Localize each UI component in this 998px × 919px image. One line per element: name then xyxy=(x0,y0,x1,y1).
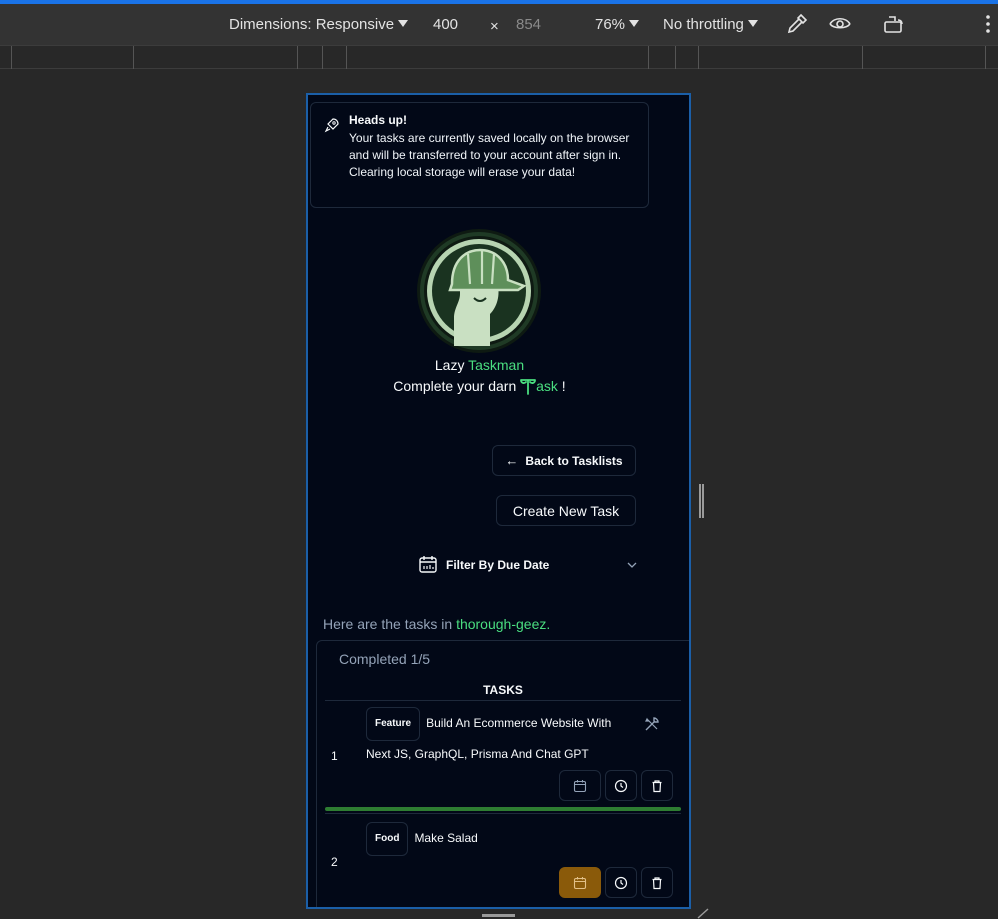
calendar-icon xyxy=(573,876,587,889)
arrow-left-icon: ← xyxy=(505,453,519,468)
task-progress-bar xyxy=(325,807,681,811)
clock-icon xyxy=(614,779,628,792)
set-due-date-button[interactable] xyxy=(559,867,601,898)
alert-title: Heads up! xyxy=(349,113,408,127)
tasks-panel: Completed 1/5 TASKS 1 Feature Build An Ec… xyxy=(316,640,689,907)
back-to-tasklists-button[interactable]: ← Back to Tasklists xyxy=(492,445,636,476)
height-input[interactable]: 854 xyxy=(516,16,541,33)
dropdown-triangle-icon xyxy=(629,20,640,27)
tee-icon xyxy=(520,379,537,395)
throttling-dropdown[interactable]: No throttling xyxy=(663,16,758,33)
tasklist-intro: Here are the tasks in thorough-geez. xyxy=(323,616,551,632)
set-reminder-button[interactable] xyxy=(605,867,637,898)
task-title: Feature Build An Ecommerce Website With N… xyxy=(366,707,636,767)
task-index: 2 xyxy=(331,855,338,869)
tasks-column-header: TASKS xyxy=(325,683,681,701)
calendar-icon xyxy=(573,779,587,792)
task-title: Food Make Salad xyxy=(366,822,636,856)
task-index: 1 xyxy=(331,749,338,763)
task-actions xyxy=(559,867,673,898)
viewport-bottom-resize-handle[interactable] xyxy=(482,914,515,917)
trash-icon xyxy=(652,876,662,889)
create-new-task-button[interactable]: Create New Task xyxy=(496,495,636,526)
brand-name: Lazy Taskman xyxy=(434,357,525,373)
filter-by-due-date-dropdown[interactable]: Filter By Due Date xyxy=(418,554,638,576)
calendar-icon xyxy=(419,556,437,573)
dimensions-dropdown[interactable]: Dimensions: Responsive xyxy=(229,16,409,33)
device-toolbar: Dimensions: Responsive 400 × 854 76% No … xyxy=(0,4,998,45)
delete-task-button[interactable] xyxy=(641,867,673,898)
alert-body: Your tasks are currently saved locally o… xyxy=(349,131,630,179)
media-query-ruler xyxy=(0,45,998,69)
clock-icon xyxy=(614,876,628,889)
chevron-down-icon xyxy=(627,562,637,568)
dropdown-triangle-icon xyxy=(747,20,758,27)
rocket-icon xyxy=(324,118,339,133)
tagline: Complete your darn ask ! xyxy=(393,378,566,395)
tasklist-name: thorough-geez. xyxy=(456,616,551,632)
set-reminder-button[interactable] xyxy=(605,770,637,801)
zoom-dropdown[interactable]: 76% xyxy=(595,16,640,33)
delete-task-button[interactable] xyxy=(641,770,673,801)
heads-up-alert: Heads up! Your tasks are currently saved… xyxy=(310,102,649,208)
completed-count: Completed 1/5 xyxy=(339,651,431,667)
task-actions xyxy=(559,770,673,801)
corner-resize-icon[interactable] xyxy=(697,908,709,919)
set-due-date-button[interactable] xyxy=(559,770,601,801)
trash-icon xyxy=(652,779,662,792)
dropdown-triangle-icon xyxy=(398,20,409,27)
eyedropper-icon[interactable] xyxy=(785,12,809,36)
lazy-taskman-logo xyxy=(417,229,541,353)
rotate-device-icon[interactable] xyxy=(882,12,906,36)
task-tag: Food xyxy=(366,822,409,856)
eye-icon[interactable] xyxy=(828,12,852,36)
dimensions-times: × xyxy=(490,18,499,35)
row-divider xyxy=(325,813,681,814)
more-options-icon[interactable] xyxy=(976,12,998,36)
viewport-resize-handle[interactable] xyxy=(699,484,704,518)
task-tag: Feature xyxy=(366,707,421,741)
device-viewport: Heads up! Your tasks are currently saved… xyxy=(306,93,691,909)
tools-icon xyxy=(645,717,659,731)
width-input[interactable]: 400 xyxy=(433,16,458,33)
